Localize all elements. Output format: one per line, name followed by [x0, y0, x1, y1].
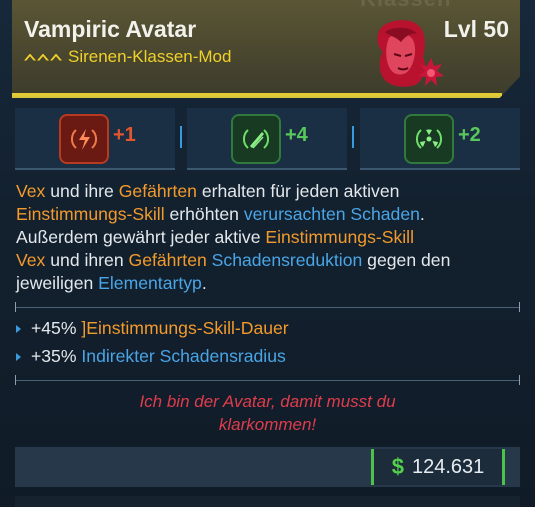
price-bar: $ 124.631	[15, 447, 520, 487]
skill-bonus-row: +1 +4 +2	[15, 108, 520, 170]
ghost-category-text: Klassen	[360, 0, 451, 12]
green-slash-skill-icon	[231, 114, 281, 164]
divider-tick	[519, 375, 520, 385]
section-divider	[15, 307, 520, 308]
rarity-chevrons-icon	[24, 53, 62, 61]
bullet-arrow-icon	[16, 352, 21, 361]
item-description: Vex und ihre Gefährten erhalten für jede…	[16, 180, 521, 295]
desc-line-1: Vex und ihre Gefährten erhalten für jede…	[16, 181, 400, 201]
desc-line-3: Außerdem gewährt jeder aktive Einstimmun…	[16, 227, 414, 247]
divider-tick	[15, 302, 16, 312]
desc-line-5: jeweiligen Elementartyp.	[16, 273, 207, 293]
header-underline	[12, 93, 502, 96]
slot-separator	[180, 126, 182, 148]
skill-3-value: +2	[458, 124, 481, 146]
skill-1-value: +1	[113, 124, 136, 146]
item-card: Klassen Vampiric Avatar Lvl 50 Sirenen-K…	[0, 0, 535, 507]
stat-line-2: +35% Indirekter Schadensradius	[16, 346, 286, 367]
section-divider	[15, 380, 520, 381]
price-box: $ 124.631	[371, 449, 505, 485]
skill-slot-1[interactable]: +1	[15, 108, 175, 170]
skill-slot-3[interactable]: +2	[360, 108, 520, 170]
item-level: Lvl 50	[443, 16, 509, 42]
slot-separator	[352, 126, 354, 148]
desc-line-4: Vex und ihren Gefährten Schadensreduktio…	[16, 250, 451, 270]
green-radiation-skill-icon	[404, 114, 454, 164]
skill-2-value: +4	[285, 124, 308, 146]
red-lightning-skill-icon	[59, 114, 109, 164]
stat-line-1: +45% ]Einstimmungs-Skill-Dauer	[16, 318, 289, 339]
desc-line-2: Einstimmungs-Skill erhöhten verursachten…	[16, 204, 425, 224]
divider-tick	[519, 302, 520, 312]
dollar-icon: $	[391, 454, 404, 479]
flavor-text: Ich bin der Avatar, damit musst du klark…	[139, 392, 396, 434]
divider-tick	[15, 375, 16, 385]
item-title: Vampiric Avatar	[24, 16, 197, 42]
price-amount: 124.631	[411, 455, 485, 478]
skill-slot-2[interactable]: +4	[187, 108, 347, 170]
bullet-arrow-icon	[16, 324, 21, 333]
card-footer	[15, 496, 520, 507]
item-type-label: Sirenen-Klassen-Mod	[68, 47, 232, 66]
item-type: Sirenen-Klassen-Mod	[24, 47, 231, 67]
siren-portrait-icon	[377, 20, 444, 87]
